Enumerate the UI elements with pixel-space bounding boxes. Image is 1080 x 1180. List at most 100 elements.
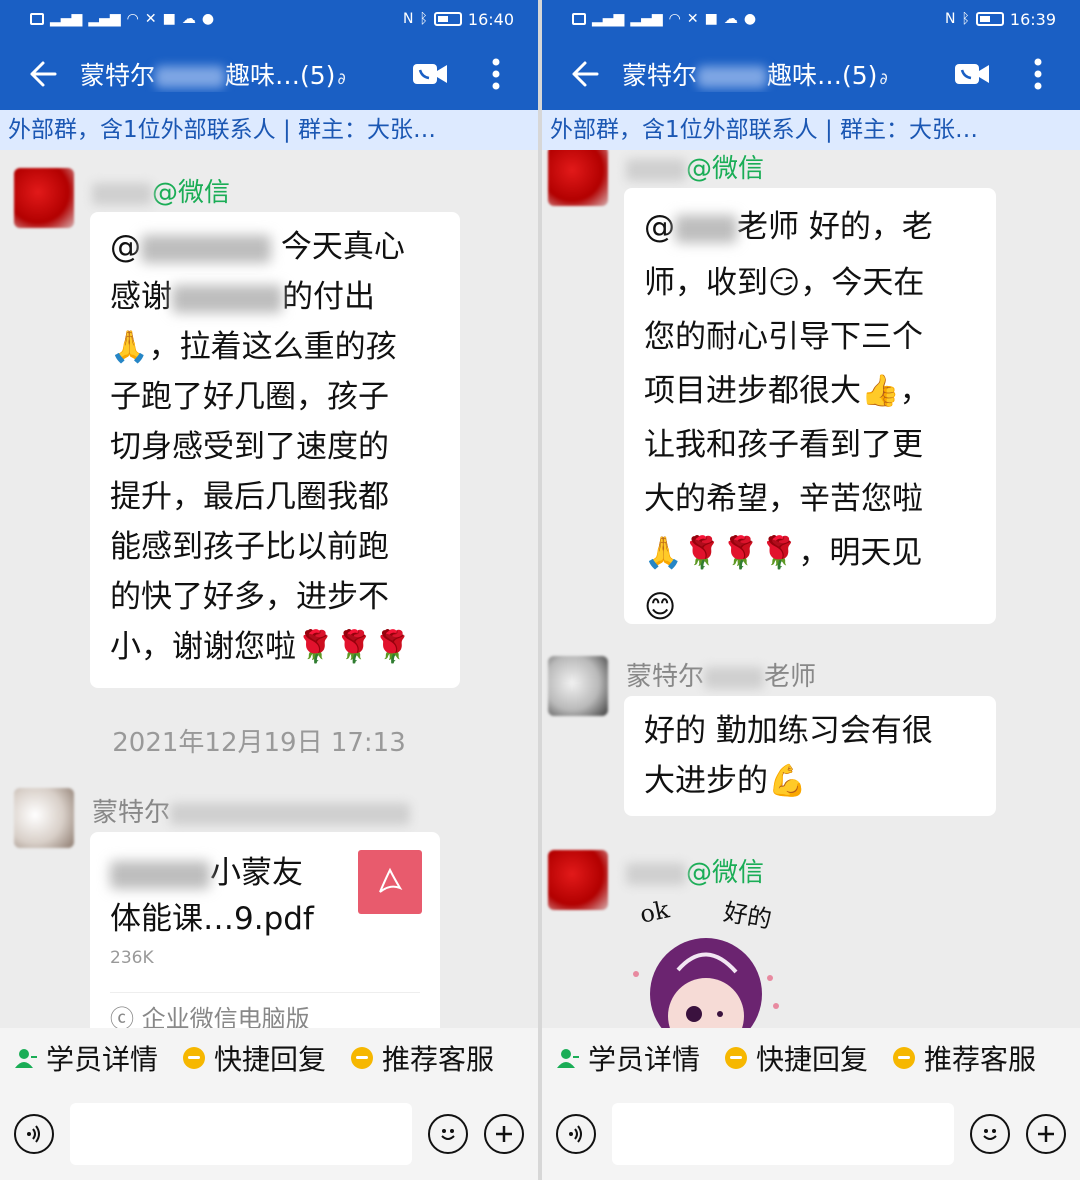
rose-emoji: 🌹🌹🌹 bbox=[296, 629, 412, 665]
avatar[interactable] bbox=[548, 656, 608, 716]
input-bar bbox=[0, 1088, 538, 1180]
blurred-text bbox=[697, 66, 768, 88]
sticker-text-ok: ok bbox=[637, 895, 672, 929]
blurred-text bbox=[155, 66, 226, 88]
message-bubble[interactable]: @ 老师 好的，老 师，收到😏，今天在 您的耐心引导下三个 项目进步都很大👍， 让… bbox=[624, 188, 996, 625]
student-details-button[interactable]: 学员详情 bbox=[556, 1038, 700, 1078]
title-suffix: 趣味…(5) bbox=[767, 61, 878, 90]
message-list[interactable]: @微信 @ 老师 好的，老 师，收到😏，今天在 您的耐心引导下三个 项目进步都很大… bbox=[542, 150, 1080, 1028]
emoji-icon[interactable] bbox=[970, 1114, 1010, 1154]
chat-title: 蒙特尔 趣味…(5) ∂ bbox=[80, 56, 404, 92]
bluetooth-icon: ᛒ bbox=[961, 11, 970, 27]
cloud-icon: ☁ bbox=[181, 11, 196, 27]
status-bar: ▂▄▆ ▂▄▆ ◠ ✕ ■ ☁ ● N ᛒ 16:40 bbox=[0, 0, 538, 38]
chat-panel-right: ▂▄▆ ▂▄▆ ◠ ✕ ■ ☁ ● N ᛒ 16:39 蒙特尔 趣味…(5)∂ bbox=[542, 0, 1080, 1180]
wechat-tag: @微信 bbox=[152, 178, 231, 208]
message-line: @ 今天真心 bbox=[110, 229, 405, 265]
hd-icon bbox=[30, 13, 44, 25]
shield-icon: ■ bbox=[162, 11, 176, 27]
screenshot-collage: ▂▄▆ ▂▄▆ ◠ ✕ ■ ☁ ● N ᛒ 16:40 蒙特尔趣味…(5)∂ bbox=[0, 0, 1080, 1180]
blurred-text bbox=[92, 182, 152, 205]
message-line: 大的希望，辛苦您啦 bbox=[644, 481, 923, 517]
blurred-text bbox=[675, 214, 737, 243]
signal-icon: ▂▄▆ bbox=[50, 11, 83, 27]
avatar[interactable] bbox=[548, 850, 608, 910]
status-icons-right: N ᛒ 16:39 bbox=[945, 10, 1056, 29]
message-line: 好的 勤加练习会有很 bbox=[644, 713, 933, 749]
message-line: @ 老师 好的，老 bbox=[644, 209, 933, 245]
message-bubble[interactable]: 好的 勤加练习会有很 大进步的💪 bbox=[624, 696, 996, 816]
status-bar: ▂▄▆ ▂▄▆ ◠ ✕ ■ ☁ ● N ᛒ 16:39 bbox=[542, 0, 1080, 38]
more-options-icon[interactable] bbox=[1016, 52, 1060, 96]
message-list[interactable]: @微信 @ 今天真心 感谢 的付出 🙏，拉着这么重的孩 子跑了好几圈，孩子 切身感… bbox=[0, 150, 538, 1028]
user-icon bbox=[556, 1046, 580, 1070]
student-details-button[interactable]: 学员详情 bbox=[14, 1038, 158, 1078]
link-icon: ∂ bbox=[879, 69, 888, 88]
message-line: 🙏🌹🌹🌹，明天见 bbox=[644, 535, 923, 571]
quick-reply-button[interactable]: 快捷回复 bbox=[182, 1038, 326, 1078]
quick-action-bar: 学员详情 快捷回复 推荐客服 bbox=[542, 1028, 1080, 1088]
blurred-text bbox=[626, 862, 686, 885]
emoji-icon[interactable] bbox=[428, 1114, 468, 1154]
recommend-service-button[interactable]: 推荐客服 bbox=[350, 1038, 494, 1078]
more-options-icon[interactable] bbox=[474, 52, 518, 96]
video-call-icon[interactable] bbox=[946, 52, 998, 96]
message-line: 切身感受到了速度的 bbox=[110, 429, 389, 465]
message-bubble[interactable]: @ 今天真心 感谢 的付出 🙏，拉着这么重的孩 子跑了好几圈，孩子 切身感受到了速… bbox=[90, 212, 460, 688]
back-arrow-icon[interactable] bbox=[20, 52, 64, 96]
video-call-icon[interactable] bbox=[404, 52, 456, 96]
clap-hands-emoji: 🙏 bbox=[644, 535, 683, 571]
quick-action-bar: 学员详情 快捷回复 推荐客服 bbox=[0, 1028, 538, 1088]
link-icon: ∂ bbox=[337, 69, 346, 88]
shield-icon: ■ bbox=[704, 11, 718, 27]
message-line: 您的耐心引导下三个 bbox=[644, 319, 923, 355]
chat-icon: ● bbox=[201, 11, 215, 27]
sender-name: @微信 bbox=[626, 852, 764, 889]
message-input[interactable] bbox=[612, 1103, 954, 1165]
battery-icon bbox=[433, 12, 462, 26]
message-line: 子跑了好几圈，孩子 bbox=[110, 379, 389, 415]
message-line: 小，谢谢您啦🌹🌹🌹 bbox=[110, 629, 412, 665]
chat-icon: ● bbox=[743, 11, 757, 27]
message-line: 🙏，拉着这么重的孩 bbox=[110, 329, 397, 365]
quick-reply-button[interactable]: 快捷回复 bbox=[724, 1038, 868, 1078]
message-line: 项目进步都很大👍， bbox=[644, 373, 931, 409]
message-line: 能感到孩子比以前跑 bbox=[110, 529, 389, 565]
input-bar bbox=[542, 1088, 1080, 1180]
notification-icon: ✕ bbox=[686, 11, 699, 27]
reply-icon bbox=[182, 1046, 206, 1070]
group-info-bar[interactable]: 外部群，含1位外部联系人 | 群主：大张… bbox=[542, 110, 1080, 150]
add-icon[interactable] bbox=[1026, 1114, 1066, 1154]
status-icons-right: N ᛒ 16:40 bbox=[403, 10, 514, 29]
blurred-text bbox=[170, 802, 411, 825]
avatar[interactable] bbox=[548, 150, 608, 206]
clap-hands-emoji: 🙏 bbox=[110, 329, 149, 365]
file-source: ⓒ 企业微信电脑版 bbox=[110, 992, 420, 1028]
file-message-card[interactable]: 小蒙友 体能课…9.pdf 236K ⓒ 企业微信电脑版 bbox=[90, 832, 440, 1028]
hd-icon bbox=[572, 13, 586, 25]
flexed-biceps-emoji: 💪 bbox=[768, 763, 807, 799]
bluetooth-icon: ᛒ bbox=[419, 11, 428, 27]
chat-header: 蒙特尔 趣味…(5) ∂ bbox=[542, 38, 1080, 110]
thumbs-up-emoji: 👍 bbox=[861, 373, 900, 409]
message-input[interactable] bbox=[70, 1103, 412, 1165]
recommend-service-button[interactable]: 推荐客服 bbox=[892, 1038, 1036, 1078]
sender-name: @微信 bbox=[626, 150, 764, 185]
nfc-icon: N bbox=[945, 11, 956, 27]
back-arrow-icon[interactable] bbox=[562, 52, 606, 96]
group-info-bar[interactable]: 外部群，含1位外部联系人 | 群主：大张… bbox=[0, 110, 538, 150]
sticker-message[interactable]: ok 好的 bbox=[618, 894, 798, 1028]
smirk-emoji: 😏 bbox=[768, 265, 801, 301]
signal-icon: ▂▄▆ bbox=[592, 11, 625, 27]
voice-icon[interactable] bbox=[556, 1114, 596, 1154]
voice-icon[interactable] bbox=[14, 1114, 54, 1154]
add-icon[interactable] bbox=[484, 1114, 524, 1154]
notification-icon: ✕ bbox=[144, 11, 157, 27]
status-icons-left: ▂▄▆ ▂▄▆ ◠ ✕ ■ ☁ ● bbox=[572, 12, 756, 26]
blurred-text bbox=[704, 666, 765, 689]
avatar[interactable] bbox=[14, 168, 74, 228]
avatar[interactable] bbox=[14, 788, 74, 848]
status-time: 16:40 bbox=[467, 9, 514, 29]
message-line: 让我和孩子看到了更 bbox=[644, 427, 923, 463]
chat-header: 蒙特尔 趣味…(5) ∂ bbox=[0, 38, 538, 110]
